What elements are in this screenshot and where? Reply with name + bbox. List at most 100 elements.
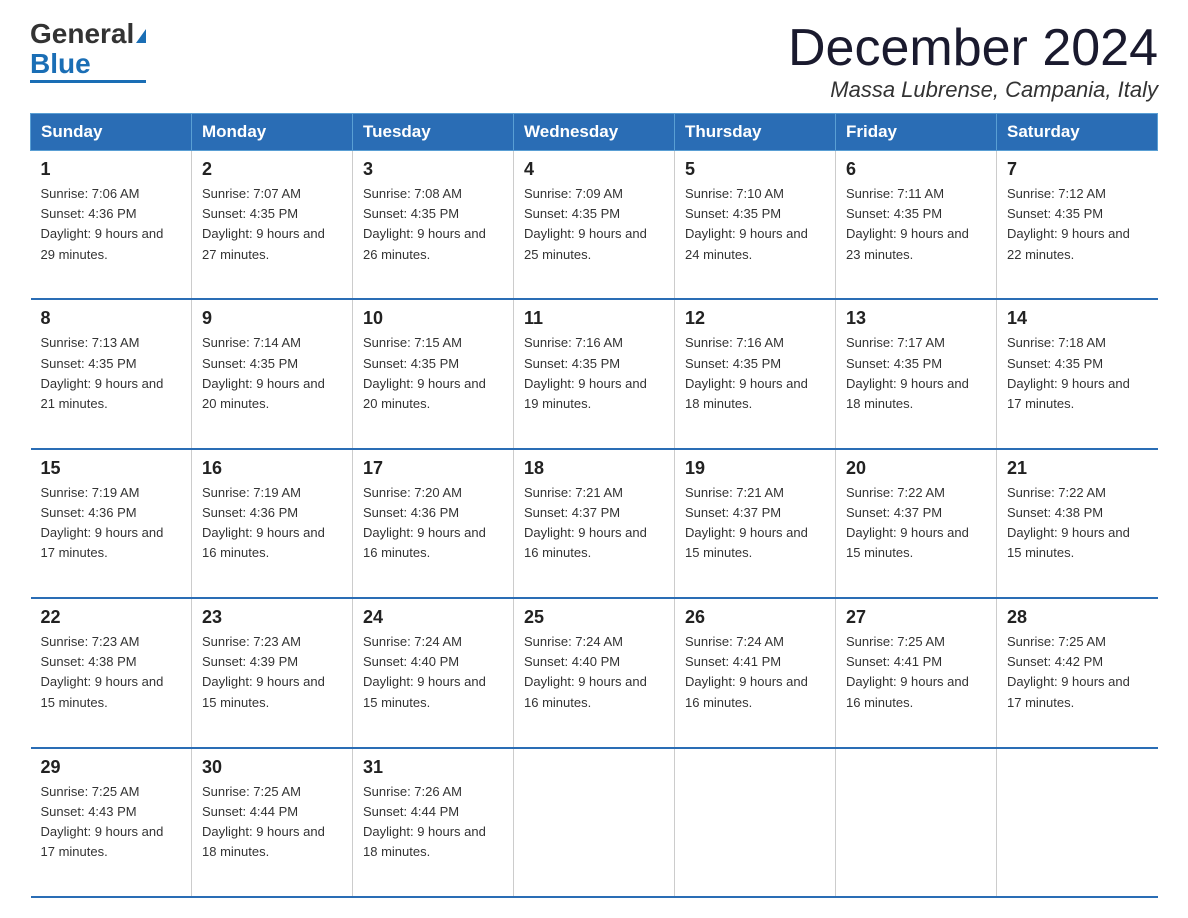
day-info: Sunrise: 7:16 AM Sunset: 4:35 PM Dayligh… (685, 333, 825, 414)
logo-text: General (30, 20, 146, 48)
week-row-4: 22 Sunrise: 7:23 AM Sunset: 4:38 PM Dayl… (31, 598, 1158, 747)
day-info: Sunrise: 7:23 AM Sunset: 4:38 PM Dayligh… (41, 632, 182, 713)
day-cell: 19 Sunrise: 7:21 AM Sunset: 4:37 PM Dayl… (675, 449, 836, 598)
day-cell: 31 Sunrise: 7:26 AM Sunset: 4:44 PM Dayl… (353, 748, 514, 897)
day-cell: 14 Sunrise: 7:18 AM Sunset: 4:35 PM Dayl… (997, 299, 1158, 448)
day-number: 2 (202, 159, 342, 180)
logo-general-text: General (30, 18, 134, 49)
day-number: 4 (524, 159, 664, 180)
day-info: Sunrise: 7:25 AM Sunset: 4:41 PM Dayligh… (846, 632, 986, 713)
day-number: 26 (685, 607, 825, 628)
day-info: Sunrise: 7:14 AM Sunset: 4:35 PM Dayligh… (202, 333, 342, 414)
logo-blue-text: Blue (30, 50, 91, 78)
day-info: Sunrise: 7:18 AM Sunset: 4:35 PM Dayligh… (1007, 333, 1148, 414)
day-info: Sunrise: 7:22 AM Sunset: 4:37 PM Dayligh… (846, 483, 986, 564)
day-cell: 2 Sunrise: 7:07 AM Sunset: 4:35 PM Dayli… (192, 151, 353, 300)
header-saturday: Saturday (997, 114, 1158, 151)
day-cell: 29 Sunrise: 7:25 AM Sunset: 4:43 PM Dayl… (31, 748, 192, 897)
day-number: 16 (202, 458, 342, 479)
day-number: 8 (41, 308, 182, 329)
day-cell: 30 Sunrise: 7:25 AM Sunset: 4:44 PM Dayl… (192, 748, 353, 897)
day-number: 27 (846, 607, 986, 628)
day-cell: 4 Sunrise: 7:09 AM Sunset: 4:35 PM Dayli… (514, 151, 675, 300)
day-cell (836, 748, 997, 897)
day-number: 19 (685, 458, 825, 479)
header-friday: Friday (836, 114, 997, 151)
day-cell: 22 Sunrise: 7:23 AM Sunset: 4:38 PM Dayl… (31, 598, 192, 747)
day-cell: 9 Sunrise: 7:14 AM Sunset: 4:35 PM Dayli… (192, 299, 353, 448)
day-cell: 13 Sunrise: 7:17 AM Sunset: 4:35 PM Dayl… (836, 299, 997, 448)
day-number: 1 (41, 159, 182, 180)
header-thursday: Thursday (675, 114, 836, 151)
week-row-2: 8 Sunrise: 7:13 AM Sunset: 4:35 PM Dayli… (31, 299, 1158, 448)
day-cell: 11 Sunrise: 7:16 AM Sunset: 4:35 PM Dayl… (514, 299, 675, 448)
header-wednesday: Wednesday (514, 114, 675, 151)
day-cell (675, 748, 836, 897)
day-info: Sunrise: 7:11 AM Sunset: 4:35 PM Dayligh… (846, 184, 986, 265)
day-cell: 8 Sunrise: 7:13 AM Sunset: 4:35 PM Dayli… (31, 299, 192, 448)
day-number: 13 (846, 308, 986, 329)
header-right: December 2024 Massa Lubrense, Campania, … (788, 20, 1158, 103)
day-number: 9 (202, 308, 342, 329)
header: General Blue December 2024 Massa Lubrens… (30, 20, 1158, 103)
location: Massa Lubrense, Campania, Italy (788, 77, 1158, 103)
day-info: Sunrise: 7:12 AM Sunset: 4:35 PM Dayligh… (1007, 184, 1148, 265)
day-info: Sunrise: 7:16 AM Sunset: 4:35 PM Dayligh… (524, 333, 664, 414)
day-cell: 12 Sunrise: 7:16 AM Sunset: 4:35 PM Dayl… (675, 299, 836, 448)
day-info: Sunrise: 7:24 AM Sunset: 4:40 PM Dayligh… (363, 632, 503, 713)
day-cell: 17 Sunrise: 7:20 AM Sunset: 4:36 PM Dayl… (353, 449, 514, 598)
day-cell: 28 Sunrise: 7:25 AM Sunset: 4:42 PM Dayl… (997, 598, 1158, 747)
header-sunday: Sunday (31, 114, 192, 151)
day-cell: 18 Sunrise: 7:21 AM Sunset: 4:37 PM Dayl… (514, 449, 675, 598)
day-cell: 3 Sunrise: 7:08 AM Sunset: 4:35 PM Dayli… (353, 151, 514, 300)
day-number: 18 (524, 458, 664, 479)
day-info: Sunrise: 7:08 AM Sunset: 4:35 PM Dayligh… (363, 184, 503, 265)
logo-underline (30, 80, 146, 83)
day-info: Sunrise: 7:21 AM Sunset: 4:37 PM Dayligh… (685, 483, 825, 564)
day-number: 31 (363, 757, 503, 778)
week-row-1: 1 Sunrise: 7:06 AM Sunset: 4:36 PM Dayli… (31, 151, 1158, 300)
day-number: 29 (41, 757, 182, 778)
day-number: 11 (524, 308, 664, 329)
day-info: Sunrise: 7:19 AM Sunset: 4:36 PM Dayligh… (202, 483, 342, 564)
week-row-3: 15 Sunrise: 7:19 AM Sunset: 4:36 PM Dayl… (31, 449, 1158, 598)
day-number: 30 (202, 757, 342, 778)
day-cell (997, 748, 1158, 897)
day-info: Sunrise: 7:19 AM Sunset: 4:36 PM Dayligh… (41, 483, 182, 564)
day-info: Sunrise: 7:24 AM Sunset: 4:41 PM Dayligh… (685, 632, 825, 713)
day-cell: 23 Sunrise: 7:23 AM Sunset: 4:39 PM Dayl… (192, 598, 353, 747)
day-info: Sunrise: 7:15 AM Sunset: 4:35 PM Dayligh… (363, 333, 503, 414)
day-info: Sunrise: 7:07 AM Sunset: 4:35 PM Dayligh… (202, 184, 342, 265)
day-number: 23 (202, 607, 342, 628)
day-info: Sunrise: 7:25 AM Sunset: 4:44 PM Dayligh… (202, 782, 342, 863)
day-cell: 15 Sunrise: 7:19 AM Sunset: 4:36 PM Dayl… (31, 449, 192, 598)
day-number: 21 (1007, 458, 1148, 479)
day-number: 28 (1007, 607, 1148, 628)
day-number: 14 (1007, 308, 1148, 329)
day-info: Sunrise: 7:21 AM Sunset: 4:37 PM Dayligh… (524, 483, 664, 564)
day-info: Sunrise: 7:22 AM Sunset: 4:38 PM Dayligh… (1007, 483, 1148, 564)
header-monday: Monday (192, 114, 353, 151)
day-number: 10 (363, 308, 503, 329)
day-cell: 26 Sunrise: 7:24 AM Sunset: 4:41 PM Dayl… (675, 598, 836, 747)
weekday-header-row: Sunday Monday Tuesday Wednesday Thursday… (31, 114, 1158, 151)
day-number: 25 (524, 607, 664, 628)
week-row-5: 29 Sunrise: 7:25 AM Sunset: 4:43 PM Dayl… (31, 748, 1158, 897)
day-info: Sunrise: 7:06 AM Sunset: 4:36 PM Dayligh… (41, 184, 182, 265)
day-cell: 20 Sunrise: 7:22 AM Sunset: 4:37 PM Dayl… (836, 449, 997, 598)
day-cell: 5 Sunrise: 7:10 AM Sunset: 4:35 PM Dayli… (675, 151, 836, 300)
day-cell: 16 Sunrise: 7:19 AM Sunset: 4:36 PM Dayl… (192, 449, 353, 598)
day-info: Sunrise: 7:20 AM Sunset: 4:36 PM Dayligh… (363, 483, 503, 564)
day-cell: 21 Sunrise: 7:22 AM Sunset: 4:38 PM Dayl… (997, 449, 1158, 598)
day-cell: 25 Sunrise: 7:24 AM Sunset: 4:40 PM Dayl… (514, 598, 675, 747)
day-cell: 1 Sunrise: 7:06 AM Sunset: 4:36 PM Dayli… (31, 151, 192, 300)
calendar: Sunday Monday Tuesday Wednesday Thursday… (30, 113, 1158, 898)
day-cell (514, 748, 675, 897)
day-info: Sunrise: 7:23 AM Sunset: 4:39 PM Dayligh… (202, 632, 342, 713)
day-number: 17 (363, 458, 503, 479)
day-number: 24 (363, 607, 503, 628)
logo: General Blue (30, 20, 146, 83)
day-info: Sunrise: 7:25 AM Sunset: 4:43 PM Dayligh… (41, 782, 182, 863)
day-number: 15 (41, 458, 182, 479)
day-cell: 27 Sunrise: 7:25 AM Sunset: 4:41 PM Dayl… (836, 598, 997, 747)
